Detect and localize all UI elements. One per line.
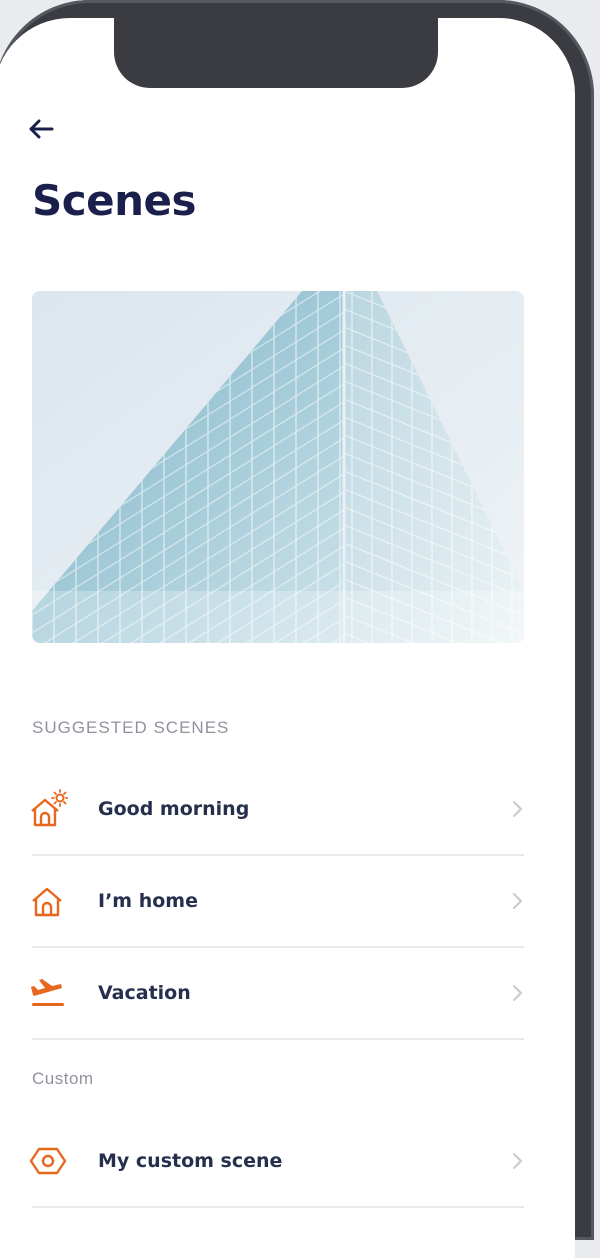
chevron-right-icon (513, 801, 522, 817)
phone-frame: Scenes SUGGESTED SCENES Good morning I’m… (0, 0, 594, 1258)
back-button[interactable] (26, 114, 56, 144)
scene-label: I’m home (98, 890, 198, 912)
chevron-right-icon (513, 1153, 522, 1169)
phone-notch (114, 18, 438, 88)
chevron-right-icon (513, 893, 522, 909)
hexagon-icon (28, 1141, 68, 1181)
section-label-suggested: SUGGESTED SCENES (32, 718, 230, 737)
scene-label: Good morning (98, 798, 250, 820)
arrow-left-icon (29, 119, 54, 139)
scene-row-im-home[interactable]: I’m home (32, 856, 524, 948)
house-sun-icon (28, 789, 68, 829)
chevron-right-icon (513, 985, 522, 1001)
app-screen: Scenes SUGGESTED SCENES Good morning I’m… (0, 18, 575, 1258)
scene-row-my-custom-scene[interactable]: My custom scene (29, 1116, 524, 1208)
page-title: Scenes (32, 176, 197, 225)
section-label-custom: Custom (32, 1069, 94, 1088)
house-icon (28, 881, 68, 921)
scene-row-vacation[interactable]: Vacation (31, 948, 524, 1040)
scene-row-good-morning[interactable]: Good morning (31, 764, 524, 856)
airplane-departure-icon (28, 973, 68, 1013)
scene-label: Vacation (98, 982, 191, 1004)
hero-image (32, 291, 524, 643)
scene-label: My custom scene (98, 1150, 283, 1172)
